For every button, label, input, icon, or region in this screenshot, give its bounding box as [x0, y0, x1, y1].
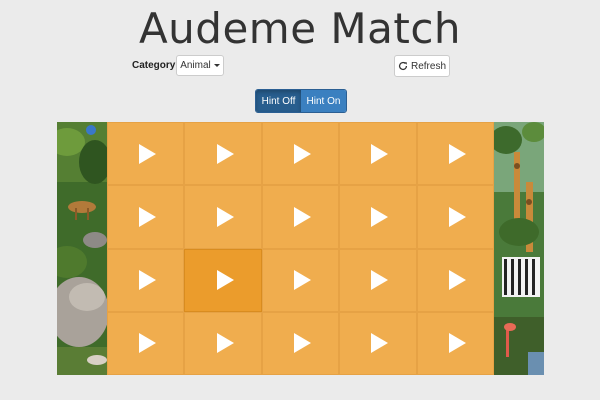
hint-toggle-group: Hint Off Hint On: [255, 89, 347, 113]
tile-r3-c1[interactable]: [107, 248, 185, 312]
play-icon: [448, 206, 466, 227]
page-title: Audeme Match: [138, 4, 462, 53]
category-dropdown[interactable]: Animal: [176, 55, 224, 76]
play-icon: [216, 143, 234, 164]
caret-down-icon: [213, 64, 220, 67]
play-icon: [293, 270, 311, 291]
jungle-art-right: [494, 122, 544, 375]
refresh-button[interactable]: Refresh: [394, 55, 450, 77]
tile-r4-c3[interactable]: [261, 311, 340, 375]
tile-r4-c2[interactable]: [184, 311, 262, 375]
play-icon: [293, 333, 311, 354]
tile-r4-c4[interactable]: [339, 311, 417, 375]
play-icon: [371, 143, 389, 164]
play-icon: [139, 206, 157, 227]
refresh-icon: [398, 61, 408, 71]
play-icon: [448, 143, 466, 164]
category-value: Animal: [180, 60, 211, 71]
tile-r2-c1[interactable]: [107, 185, 185, 249]
play-icon: [216, 206, 234, 227]
play-icon: [293, 206, 311, 227]
play-icon: [139, 270, 157, 291]
tile-r3-c2[interactable]: [184, 248, 262, 312]
hint-on-button[interactable]: Hint On: [301, 90, 346, 112]
tile-r4-c5[interactable]: [416, 311, 494, 375]
tile-r3-c4[interactable]: [339, 248, 417, 312]
play-icon: [371, 333, 389, 354]
play-icon: [139, 333, 157, 354]
play-icon: [371, 270, 389, 291]
play-icon: [216, 270, 234, 291]
tile-grid: [107, 122, 494, 375]
tile-r1-c1[interactable]: [107, 122, 185, 186]
tile-r2-c5[interactable]: [416, 185, 494, 249]
tile-r1-c2[interactable]: [184, 122, 262, 186]
play-icon: [448, 333, 466, 354]
play-icon: [139, 143, 157, 164]
tile-r1-c3[interactable]: [261, 122, 340, 186]
tile-r1-c4[interactable]: [339, 122, 417, 186]
jungle-art-left: [57, 122, 107, 375]
tile-r1-c5[interactable]: [416, 122, 494, 186]
hint-off-button[interactable]: Hint Off: [256, 90, 301, 112]
play-icon: [216, 333, 234, 354]
category-label: Category:: [132, 60, 179, 71]
game-board: [57, 122, 544, 375]
tile-r2-c3[interactable]: [261, 185, 340, 249]
play-icon: [448, 270, 466, 291]
play-icon: [293, 143, 311, 164]
tile-r3-c5[interactable]: [416, 248, 494, 312]
tile-r2-c2[interactable]: [184, 185, 262, 249]
tile-r3-c3[interactable]: [261, 248, 340, 312]
refresh-label: Refresh: [410, 60, 446, 72]
play-icon: [371, 206, 389, 227]
tile-r4-c1[interactable]: [107, 311, 185, 375]
tile-r2-c4[interactable]: [339, 185, 417, 249]
